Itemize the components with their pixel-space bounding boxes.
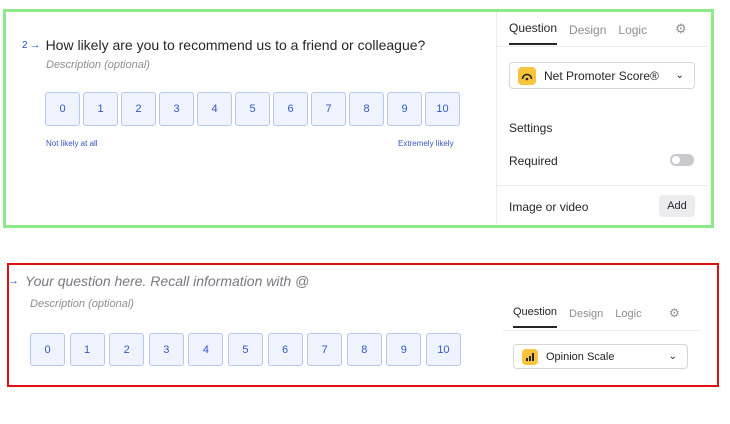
arrow-right-icon: → — [29, 39, 41, 51]
section-divider — [497, 185, 708, 186]
scale-option[interactable]: 9 — [386, 333, 422, 366]
question-title-input[interactable]: Your question here. Recall information w… — [25, 273, 309, 289]
panel-tabs: Question Design Logic — [509, 21, 659, 45]
tab-question[interactable]: Question — [509, 21, 558, 45]
question-description[interactable]: Description (optional) — [30, 298, 134, 310]
tab-question[interactable]: Question — [513, 306, 558, 328]
question-description[interactable]: Description (optional) — [46, 59, 150, 71]
scale-option[interactable]: 3 — [159, 92, 194, 126]
nps-scale: 0 1 2 3 4 5 6 7 8 9 10 — [45, 92, 463, 126]
opinion-scale: 0 1 2 3 4 5 6 7 8 9 10 — [30, 333, 461, 366]
nps-gauge-icon — [518, 66, 536, 85]
tabs-divider — [497, 46, 708, 47]
question-title[interactable]: How likely are you to recommend us to a … — [46, 37, 426, 53]
scale-option[interactable]: 1 — [83, 92, 118, 126]
tab-design[interactable]: Design — [569, 23, 606, 45]
panel-tabs: Question Design Logic — [513, 306, 654, 328]
tab-logic[interactable]: Logic — [615, 308, 641, 328]
scale-option[interactable]: 4 — [197, 92, 232, 126]
gear-icon[interactable]: ⚙ — [669, 306, 680, 320]
question-type-label: Opinion Scale — [546, 350, 615, 363]
scale-option[interactable]: 2 — [121, 92, 156, 126]
gear-icon[interactable]: ⚙ — [675, 21, 687, 37]
scale-option[interactable]: 7 — [311, 92, 346, 126]
tab-logic[interactable]: Logic — [618, 23, 647, 45]
tabs-divider — [503, 330, 699, 331]
image-video-label: Image or video — [509, 200, 589, 214]
question-header: 2 → How likely are you to recommend us t… — [22, 37, 425, 53]
scale-option[interactable]: 0 — [45, 92, 80, 126]
required-label: Required — [509, 154, 558, 168]
scale-option[interactable]: 7 — [307, 333, 343, 366]
scale-option[interactable]: 10 — [425, 333, 461, 366]
scale-option[interactable]: 10 — [425, 92, 460, 126]
question-settings-panel: Question Design Logic ⚙ Net Promoter Sco… — [496, 12, 708, 224]
scale-option[interactable]: 5 — [227, 333, 263, 366]
scale-option[interactable]: 3 — [148, 333, 184, 366]
scale-label-high[interactable]: Extremely likely — [398, 139, 454, 148]
question-type-select[interactable]: Opinion Scale ⌄ — [513, 344, 688, 369]
scale-option[interactable]: 9 — [387, 92, 422, 126]
scale-option[interactable]: 5 — [235, 92, 270, 126]
question-settings-panel: Question Design Logic ⚙ Opinion Scale ⌄ — [503, 300, 699, 380]
question-header: → Your question here. Recall information… — [6, 273, 309, 289]
scale-option[interactable]: 6 — [273, 92, 308, 126]
chevron-down-icon: ⌄ — [675, 70, 684, 81]
scale-option[interactable]: 0 — [30, 333, 65, 366]
scale-option[interactable]: 8 — [346, 333, 382, 366]
bar-chart-icon — [522, 348, 538, 365]
chevron-down-icon: ⌄ — [668, 351, 677, 362]
scale-option[interactable]: 4 — [188, 333, 224, 366]
scale-label-low[interactable]: Not likely at all — [46, 139, 98, 148]
question-type-select[interactable]: Net Promoter Score® ⌄ — [509, 62, 695, 89]
tab-design[interactable]: Design — [569, 308, 603, 328]
scale-option[interactable]: 6 — [267, 333, 303, 366]
settings-heading: Settings — [509, 121, 553, 135]
add-media-button[interactable]: Add — [659, 195, 695, 217]
question-number: 2 — [22, 39, 28, 51]
scale-option[interactable]: 2 — [109, 333, 145, 366]
required-toggle[interactable] — [670, 154, 694, 166]
question-type-label: Net Promoter Score® — [544, 68, 659, 83]
scale-option[interactable]: 1 — [69, 333, 105, 366]
scale-option[interactable]: 8 — [349, 92, 384, 126]
arrow-right-icon: → — [8, 275, 19, 287]
